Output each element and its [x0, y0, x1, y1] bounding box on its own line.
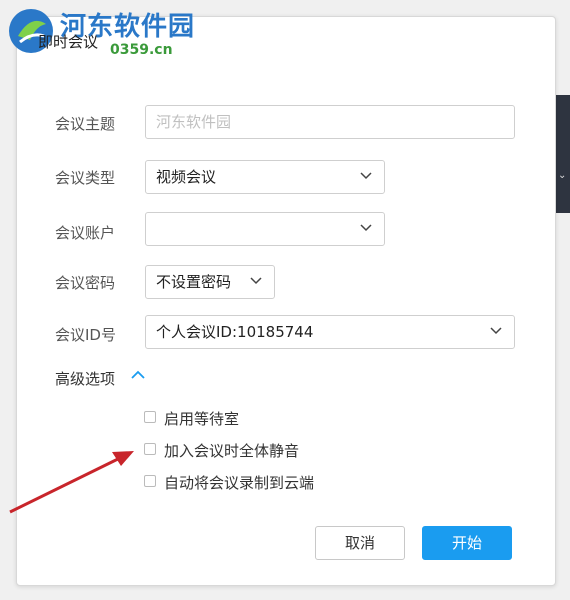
password-select[interactable]: 不设置密码	[145, 265, 275, 299]
type-select[interactable]: 视频会议	[145, 160, 385, 194]
account-select[interactable]	[145, 212, 385, 246]
chevron-down-icon: ⌄	[558, 170, 567, 181]
dialog-title: 即时会议	[38, 33, 99, 51]
background-panel	[556, 95, 570, 213]
chevron-down-icon	[360, 172, 372, 180]
instant-meeting-dialog	[16, 16, 556, 586]
start-button[interactable]: 开始	[422, 526, 512, 560]
topic-label: 会议主题	[55, 115, 116, 133]
watermark-url: 0359.cn	[110, 42, 173, 58]
chevron-down-icon	[490, 327, 502, 335]
cancel-button[interactable]: 取消	[315, 526, 405, 560]
chevron-down-icon	[360, 224, 372, 232]
type-label: 会议类型	[55, 169, 116, 187]
watermark: 河东软件园 0359.cn	[0, 0, 210, 64]
meeting-id-value: 个人会议ID:10185744	[156, 323, 314, 341]
checkbox[interactable]	[144, 475, 156, 487]
topic-input[interactable]: 河东软件园	[145, 105, 515, 139]
checkbox[interactable]	[144, 443, 156, 455]
chevron-up-icon[interactable]	[131, 370, 145, 380]
type-value: 视频会议	[156, 168, 217, 186]
account-label: 会议账户	[55, 224, 116, 242]
option-label: 自动将会议录制到云端	[164, 474, 315, 492]
checkbox[interactable]	[144, 411, 156, 423]
chevron-down-icon	[250, 277, 262, 285]
option-label: 加入会议时全体静音	[164, 442, 300, 460]
advanced-options-label[interactable]: 高级选项	[55, 368, 115, 389]
topic-placeholder: 河东软件园	[156, 113, 232, 131]
option-label: 启用等待室	[164, 410, 240, 428]
meeting-id-select[interactable]: 个人会议ID:10185744	[145, 315, 515, 349]
meeting-id-label: 会议ID号	[55, 326, 116, 344]
password-label: 会议密码	[55, 274, 116, 292]
password-value: 不设置密码	[156, 273, 232, 291]
